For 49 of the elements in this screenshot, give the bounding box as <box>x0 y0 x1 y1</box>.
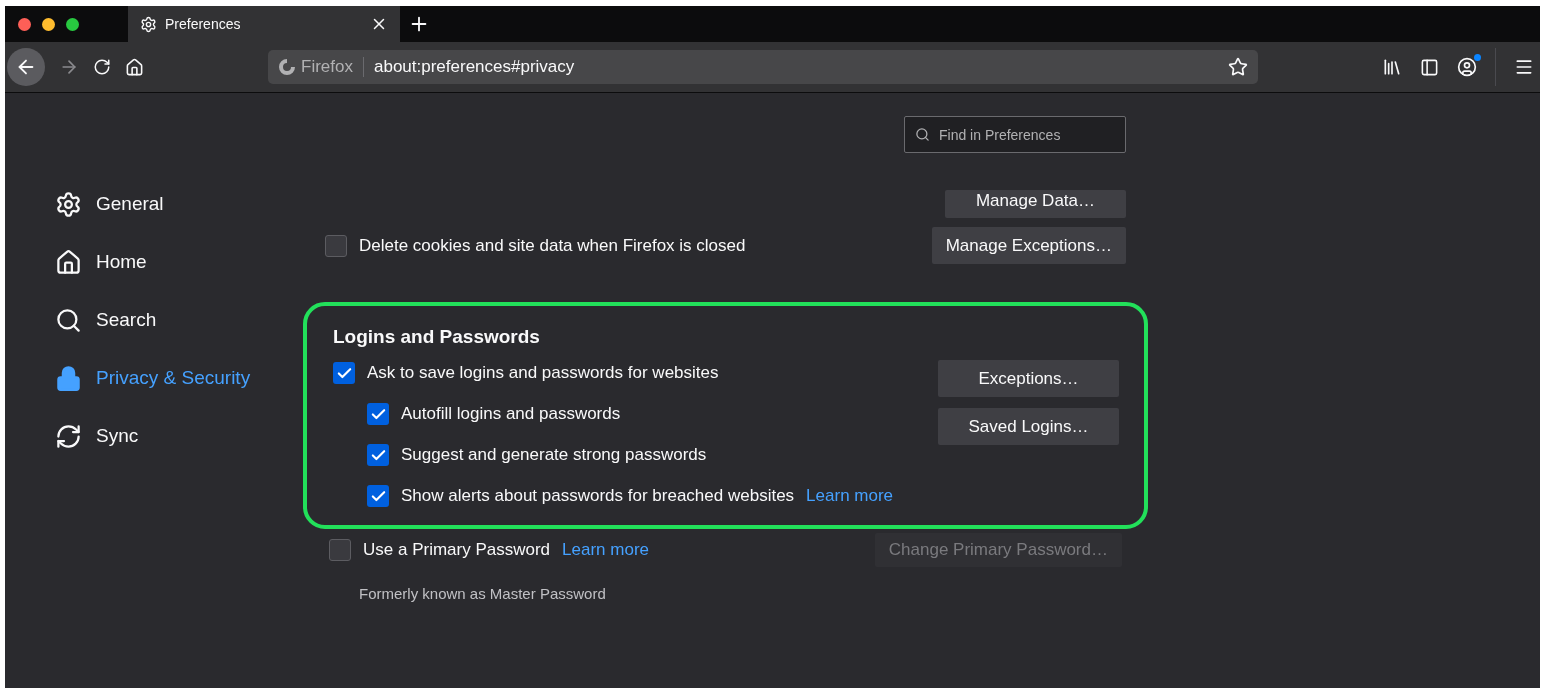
reload-icon[interactable] <box>93 58 111 76</box>
sidebar-item[interactable]: Home <box>55 247 275 277</box>
search-icon <box>915 127 930 142</box>
manage-data-button[interactable]: Manage Data… <box>945 190 1126 218</box>
sidebar-item[interactable]: Search <box>55 305 275 335</box>
star-icon[interactable] <box>1228 57 1248 77</box>
library-icon[interactable] <box>1382 57 1402 77</box>
window-minimize-icon[interactable] <box>42 17 55 31</box>
option-label: Delete cookies and site data when Firefox is closed <box>359 235 746 256</box>
dialog-button[interactable]: Saved Logins… <box>938 408 1119 445</box>
address-bar[interactable]: Firefox about:preferences#privacy <box>268 50 1258 84</box>
gear-icon <box>55 190 82 218</box>
search-input[interactable]: Find in Preferences <box>937 125 1111 144</box>
sidebar-item[interactable]: General <box>55 189 275 219</box>
url-text: about:preferences#privacy <box>372 57 576 77</box>
window-zoom-icon[interactable] <box>66 17 79 31</box>
checkbox[interactable] <box>367 444 389 466</box>
menu-icon[interactable] <box>1514 57 1534 77</box>
lock-icon <box>55 364 82 392</box>
manage-exceptions-button[interactable]: Manage Exceptions… <box>931 227 1126 264</box>
browser-tab[interactable]: Preferences <box>128 6 400 42</box>
option-label: Suggest and generate strong passwords <box>401 445 707 465</box>
home-icon <box>55 248 82 276</box>
gear-icon <box>140 15 157 33</box>
search-icon <box>55 306 82 334</box>
sidebar-icon[interactable] <box>1420 57 1439 77</box>
learn-more-link[interactable]: Learn more <box>562 540 649 560</box>
option-label: Autofill logins and passwords <box>401 404 621 424</box>
home-icon[interactable] <box>125 57 144 77</box>
note-text: Formerly known as Master Password <box>359 585 607 602</box>
checkbox[interactable] <box>367 403 389 425</box>
sidebar-item[interactable]: Privacy & Security <box>55 363 275 393</box>
identity-label: Firefox <box>296 57 364 77</box>
learn-more-link[interactable]: Learn more <box>806 486 894 506</box>
option-label: Ask to save logins and passwords for websites <box>367 363 719 383</box>
firefox-logo-icon <box>278 58 296 76</box>
window-close-icon[interactable] <box>18 17 31 31</box>
sync-icon <box>55 422 82 450</box>
checkbox[interactable] <box>367 485 389 507</box>
section-title: Logins and Passwords <box>333 326 541 348</box>
checkbox[interactable] <box>333 362 355 384</box>
back-button[interactable] <box>7 48 45 86</box>
option-label: Show alerts about passwords for breached websites <box>401 486 795 506</box>
checkbox[interactable] <box>329 539 351 561</box>
search-field[interactable]: Find in Preferences <box>904 116 1126 153</box>
checkbox[interactable] <box>325 234 347 257</box>
dialog-button[interactable]: Exceptions… <box>938 360 1119 397</box>
option-label: Use a Primary Password <box>363 540 551 560</box>
sidebar-item[interactable]: Sync <box>55 421 275 451</box>
